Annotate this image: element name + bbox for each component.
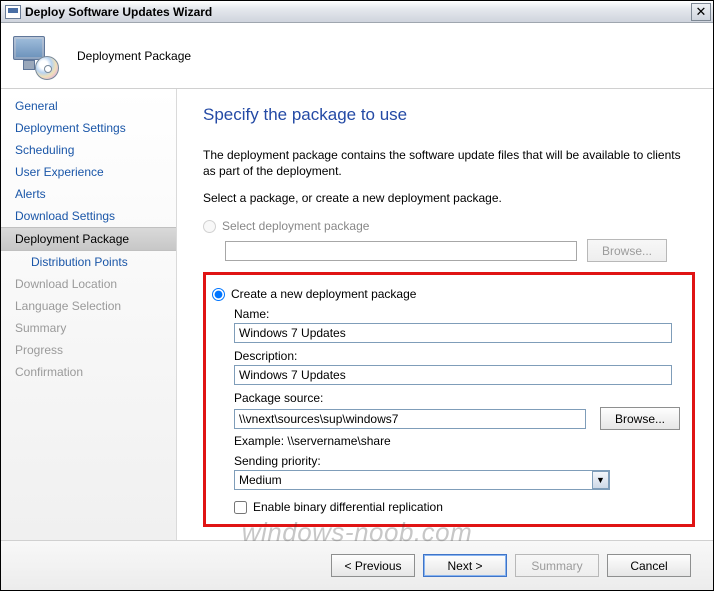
- intro-text: The deployment package contains the soft…: [203, 147, 683, 179]
- sending-priority-select[interactable]: Medium ▼: [234, 470, 610, 490]
- previous-button[interactable]: < Previous: [331, 554, 415, 577]
- next-button[interactable]: Next >: [423, 554, 507, 577]
- package-source-browse-button[interactable]: Browse...: [600, 407, 680, 430]
- nav-item-alerts[interactable]: Alerts: [1, 183, 176, 205]
- app-icon: [5, 5, 21, 19]
- sending-priority-value: Medium: [239, 473, 282, 487]
- radio-create-package-row: Create a new deployment package: [212, 287, 682, 301]
- select-prompt: Select a package, or create a new deploy…: [203, 191, 695, 205]
- description-label: Description:: [234, 349, 682, 363]
- package-source-example: Example: \\servername\share: [234, 434, 682, 448]
- package-source-label: Package source:: [234, 391, 682, 405]
- name-input[interactable]: [234, 323, 672, 343]
- radio-create-package-label: Create a new deployment package: [231, 287, 416, 301]
- nav-item-download-settings[interactable]: Download Settings: [1, 205, 176, 227]
- header-icon: [11, 32, 59, 80]
- close-button[interactable]: ✕: [691, 3, 711, 21]
- select-package-input[interactable]: [225, 241, 577, 261]
- binary-replication-row: Enable binary differential replication: [234, 500, 682, 514]
- radio-select-package-row: Select deployment package: [203, 219, 695, 233]
- nav-item-deployment-package[interactable]: Deployment Package: [1, 227, 176, 251]
- cancel-button[interactable]: Cancel: [607, 554, 691, 577]
- radio-select-package-label: Select deployment package: [222, 219, 369, 233]
- name-label: Name:: [234, 307, 682, 321]
- nav-item-general[interactable]: General: [1, 95, 176, 117]
- wizard-window: Deploy Software Updates Wizard ✕ Deploym…: [0, 0, 714, 591]
- sending-priority-label: Sending priority:: [234, 454, 682, 468]
- description-input[interactable]: [234, 365, 672, 385]
- nav-item-language-selection: Language Selection: [1, 295, 176, 317]
- header-step-label: Deployment Package: [77, 49, 191, 63]
- select-package-browse-button[interactable]: Browse...: [587, 239, 667, 262]
- binary-replication-label: Enable binary differential replication: [253, 500, 443, 514]
- wizard-body: GeneralDeployment SettingsSchedulingUser…: [1, 89, 713, 540]
- page-title: Specify the package to use: [203, 105, 695, 125]
- wizard-main: Specify the package to use The deploymen…: [177, 89, 713, 540]
- select-package-input-row: Browse...: [225, 239, 695, 262]
- nav-item-confirmation: Confirmation: [1, 361, 176, 383]
- nav-item-download-location: Download Location: [1, 273, 176, 295]
- binary-replication-checkbox[interactable]: [234, 501, 247, 514]
- summary-button[interactable]: Summary: [515, 554, 599, 577]
- close-icon: ✕: [696, 5, 707, 18]
- radio-select-package[interactable]: [203, 220, 216, 233]
- nav-item-scheduling[interactable]: Scheduling: [1, 139, 176, 161]
- package-source-input[interactable]: [234, 409, 586, 429]
- wizard-footer: < Previous Next > Summary Cancel: [1, 540, 713, 590]
- nav-item-deployment-settings[interactable]: Deployment Settings: [1, 117, 176, 139]
- nav-item-distribution-points[interactable]: Distribution Points: [1, 251, 176, 273]
- wizard-header: Deployment Package: [1, 23, 713, 89]
- radio-create-package[interactable]: [212, 288, 225, 301]
- nav-item-summary: Summary: [1, 317, 176, 339]
- create-package-highlight: Create a new deployment package Name: De…: [203, 272, 695, 527]
- nav-item-user-experience[interactable]: User Experience: [1, 161, 176, 183]
- window-title: Deploy Software Updates Wizard: [25, 5, 691, 19]
- chevron-down-icon: ▼: [592, 471, 609, 489]
- titlebar: Deploy Software Updates Wizard ✕: [1, 1, 713, 23]
- wizard-nav: GeneralDeployment SettingsSchedulingUser…: [1, 89, 177, 540]
- nav-item-progress: Progress: [1, 339, 176, 361]
